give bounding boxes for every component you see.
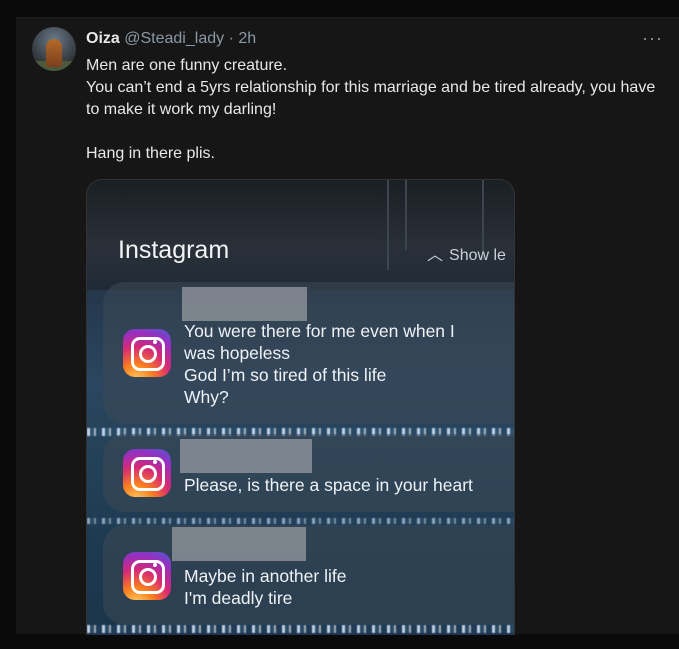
redacted-sender: [172, 527, 306, 561]
tweet-line: Men are one funny creature.: [86, 57, 288, 74]
notification-message: Please, is there a space in your heart: [184, 475, 473, 495]
notification-app-title: Instagram: [118, 236, 230, 264]
tweet-line: Hang in there plis.: [86, 145, 215, 162]
show-less-label: Show le: [449, 247, 506, 264]
notification-card[interactable]: You were there for me even when I was ho…: [103, 282, 514, 424]
instagram-icon: [123, 449, 171, 497]
water-reflection: [87, 625, 514, 633]
tweet-time[interactable]: 2h: [238, 30, 256, 47]
redacted-sender: [182, 287, 307, 321]
tweet-header: Oiza @Steadi_lady · 2h: [86, 30, 256, 48]
notification-card[interactable]: Please, is there a space in your heart: [103, 434, 514, 512]
redacted-sender: [180, 439, 312, 473]
avatar-figure: [46, 39, 62, 67]
chevron-up-icon: ︿: [427, 247, 444, 264]
author-handle[interactable]: @Steadi_lady: [124, 30, 224, 47]
background-scene: [87, 180, 514, 290]
instagram-icon: [123, 329, 171, 377]
tweet-text: Men are one funny creature. You can’t en…: [86, 55, 666, 165]
notification-card[interactable]: Maybe in another life I'm deadly tire: [103, 525, 514, 625]
author-name[interactable]: Oiza: [86, 30, 120, 47]
notification-message: Maybe in another life I'm deadly tire: [184, 566, 347, 608]
avatar[interactable]: [32, 27, 76, 71]
show-less-button[interactable]: ︿ Show le: [427, 241, 506, 265]
instagram-icon: [123, 552, 171, 600]
water-reflection: [87, 518, 514, 524]
more-icon[interactable]: ···: [642, 28, 663, 49]
tweet-media[interactable]: Instagram ︿ Show le You were there for me…: [86, 179, 515, 635]
tweet-line: You can’t end a 5yrs relationship for th…: [86, 79, 656, 118]
tweet: Oiza @Steadi_lady · 2h ··· Men are one f…: [16, 17, 679, 635]
separator-dot: ·: [228, 30, 234, 47]
notification-message: You were there for me even when I was ho…: [184, 321, 455, 407]
